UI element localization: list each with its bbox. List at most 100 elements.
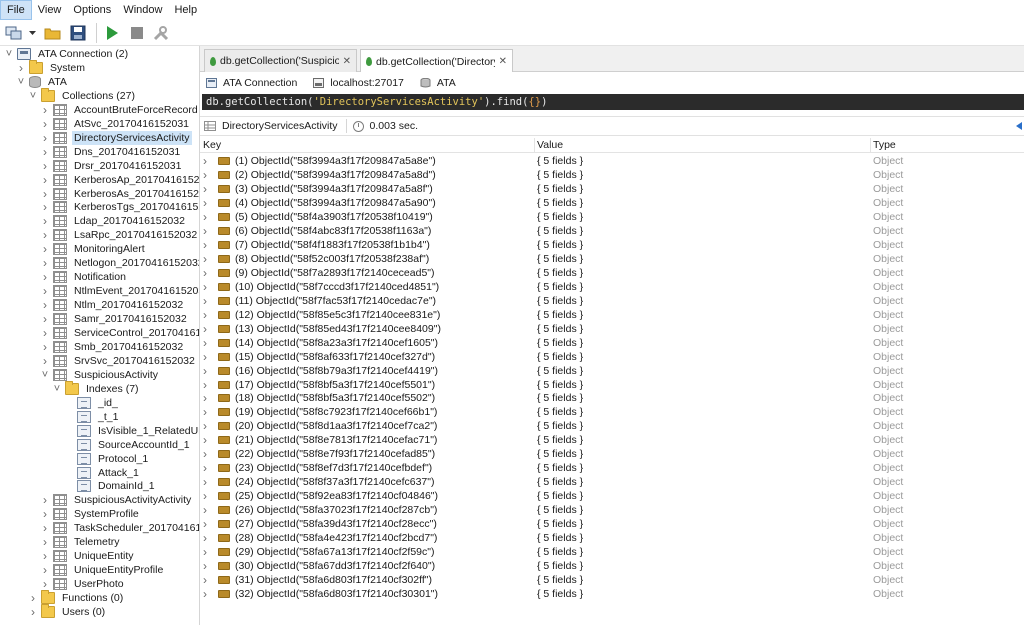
tree-node[interactable]: › Dns_20170416152031 — [40, 145, 182, 159]
tree-node[interactable]: › SystemProfile — [40, 507, 141, 521]
chevron-right-icon[interactable]: › — [203, 461, 211, 475]
chevron-right-icon[interactable]: › — [40, 228, 50, 242]
tree-node[interactable]: › NtlmEvent_20170416152032 — [40, 284, 199, 298]
tree-node[interactable]: › UniqueEntityProfile — [40, 563, 165, 577]
tree-node[interactable]: › AccountBruteForceRecord — [40, 103, 199, 117]
chevron-right-icon[interactable]: › — [40, 535, 50, 549]
chevron-right-icon[interactable]: › — [203, 266, 211, 280]
close-icon[interactable]: ✕ — [343, 56, 351, 67]
chevron-right-icon[interactable]: › — [40, 340, 50, 354]
tree-node[interactable]: › System — [16, 59, 87, 75]
tree-node[interactable]: › DirectoryServicesActivity — [40, 130, 192, 145]
nav-left-arrow-icon[interactable] — [1016, 122, 1022, 130]
table-row[interactable]: › (1) ObjectId("58f3994a3f17f209847a5a8e"… — [200, 154, 1024, 168]
tree-node[interactable]: › Users (0) — [28, 604, 107, 619]
chevron-down-icon[interactable]: ˅ — [28, 89, 38, 103]
chevron-right-icon[interactable]: › — [203, 294, 211, 308]
table-row[interactable]: › (12) ObjectId("58f85e5c3f17f2140cee831e… — [200, 308, 1024, 322]
table-row[interactable]: › (27) ObjectId("58fa39d43f17f2140cf28ecc… — [200, 517, 1024, 531]
chevron-down-icon[interactable]: ˅ — [40, 368, 50, 382]
tree-node[interactable]: ˅ ATA Connection (2) — [4, 47, 130, 61]
table-row[interactable]: › (15) ObjectId("58f8af633f17f2140cef327d… — [200, 350, 1024, 364]
chevron-right-icon[interactable]: › — [40, 145, 50, 159]
table-row[interactable]: › (8) ObjectId("58f52c003f17f20538f238af"… — [200, 252, 1024, 266]
tree-node[interactable]: SourceAccountId_1 — [64, 438, 192, 452]
tree-node[interactable]: › Telemetry — [40, 535, 122, 549]
table-row[interactable]: › (13) ObjectId("58f85ed43f17f2140cee8409… — [200, 322, 1024, 336]
chevron-right-icon[interactable]: › — [203, 364, 211, 378]
table-row[interactable]: › (10) ObjectId("58f7cccd3f17f2140ced4851… — [200, 280, 1024, 294]
tree-node[interactable]: › ServiceControl_20170416152032 — [40, 326, 199, 340]
chevron-right-icon[interactable]: › — [40, 298, 50, 312]
tree-node[interactable]: IsVisible_1_RelatedUniq... — [64, 424, 199, 438]
chevron-right-icon[interactable]: › — [203, 210, 211, 224]
menu-file[interactable]: File — [0, 0, 32, 20]
table-row[interactable]: › (19) ObjectId("58f8c7923f17f2140cef66b1… — [200, 405, 1024, 419]
chevron-right-icon[interactable]: › — [40, 200, 50, 214]
table-row[interactable]: › (21) ObjectId("58f8e7813f17f2140cefac71… — [200, 433, 1024, 447]
chevron-right-icon[interactable]: › — [40, 521, 50, 535]
tree-node[interactable]: › SuspiciousActivityActivity — [40, 493, 193, 507]
column-header-type[interactable]: Type — [870, 138, 896, 153]
tree-node[interactable]: ˅ Collections (27) — [28, 87, 137, 103]
chevron-right-icon[interactable]: › — [203, 531, 211, 545]
chevron-right-icon[interactable]: › — [203, 405, 211, 419]
table-row[interactable]: › (18) ObjectId("58f8bf5a3f17f2140cef5502… — [200, 391, 1024, 405]
chevron-right-icon[interactable]: › — [40, 577, 50, 591]
chevron-right-icon[interactable]: › — [203, 224, 211, 238]
table-row[interactable]: › (7) ObjectId("58f4f1883f17f20538f1b1b4"… — [200, 238, 1024, 252]
tree-node[interactable]: _t_1 — [64, 410, 120, 424]
connect-dropdown-icon[interactable] — [28, 22, 36, 44]
menu-help[interactable]: Help — [168, 0, 203, 20]
table-row[interactable]: › (32) ObjectId("58fa6d803f17f2140cf30301… — [200, 587, 1024, 601]
table-row[interactable]: › (5) ObjectId("58f4a3903f17f20538f10419"… — [200, 210, 1024, 224]
table-row[interactable]: › (20) ObjectId("58f8d1aa3f17f2140cef7ca2… — [200, 419, 1024, 433]
table-row[interactable]: › (16) ObjectId("58f8b79a3f17f2140cef4419… — [200, 364, 1024, 378]
tree-node[interactable]: › KerberosAs_20170416152031 — [40, 187, 199, 201]
chevron-right-icon[interactable]: › — [16, 61, 26, 75]
chevron-right-icon[interactable]: › — [40, 493, 50, 507]
connect-icon[interactable] — [3, 22, 25, 44]
table-row[interactable]: › (22) ObjectId("58f8e7f93f17f2140cefad85… — [200, 447, 1024, 461]
chevron-right-icon[interactable]: › — [203, 447, 211, 461]
stop-icon[interactable] — [126, 22, 148, 44]
tree-node[interactable]: › KerberosAp_20170416152032 — [40, 173, 199, 187]
tree-node[interactable]: ˅ Indexes (7) — [52, 380, 141, 396]
open-folder-icon[interactable] — [42, 22, 64, 44]
chevron-right-icon[interactable]: › — [203, 196, 211, 210]
chevron-right-icon[interactable]: › — [40, 270, 50, 284]
table-row[interactable]: › (17) ObjectId("58f8bf5a3f17f2140cef5501… — [200, 378, 1024, 392]
chevron-right-icon[interactable]: › — [203, 475, 211, 489]
menu-view[interactable]: View — [32, 0, 68, 20]
chevron-right-icon[interactable]: › — [203, 503, 211, 517]
chevron-right-icon[interactable]: › — [40, 159, 50, 173]
chevron-right-icon[interactable]: › — [203, 308, 211, 322]
tools-icon[interactable] — [151, 22, 173, 44]
chevron-right-icon[interactable]: › — [40, 117, 50, 131]
chevron-right-icon[interactable]: › — [40, 563, 50, 577]
chevron-down-icon[interactable]: ˅ — [52, 382, 62, 396]
chevron-right-icon[interactable]: › — [40, 312, 50, 326]
chevron-right-icon[interactable]: › — [203, 252, 211, 266]
table-row[interactable]: › (14) ObjectId("58f8a23a3f17f2140cef1605… — [200, 336, 1024, 350]
tree-node[interactable]: › Netlogon_20170416152032 — [40, 256, 199, 270]
tree-node[interactable]: DomainId_1 — [64, 479, 157, 493]
tree-node[interactable]: › Ldap_20170416152032 — [40, 214, 187, 228]
tree-node[interactable]: › TaskScheduler_20170416152032 — [40, 521, 199, 535]
chevron-right-icon[interactable]: › — [40, 173, 50, 187]
table-row[interactable]: › (6) ObjectId("58f4abc83f17f20538f1163a"… — [200, 224, 1024, 238]
chevron-right-icon[interactable]: › — [203, 419, 211, 433]
chevron-right-icon[interactable]: › — [40, 187, 50, 201]
chevron-right-icon[interactable]: › — [40, 326, 50, 340]
save-icon[interactable] — [67, 22, 89, 44]
chevron-right-icon[interactable]: › — [203, 391, 211, 405]
chevron-right-icon[interactable]: › — [40, 131, 50, 145]
table-row[interactable]: › (3) ObjectId("58f3994a3f17f209847a5a8f"… — [200, 182, 1024, 196]
table-row[interactable]: › (29) ObjectId("58fa67a13f17f2140cf2f59c… — [200, 545, 1024, 559]
chevron-right-icon[interactable]: › — [40, 549, 50, 563]
tree-node[interactable]: › UserPhoto — [40, 577, 126, 591]
tree-node[interactable]: › Smb_20170416152032 — [40, 340, 185, 354]
chevron-right-icon[interactable]: › — [203, 573, 211, 587]
table-row[interactable]: › (25) ObjectId("58f92ea83f17f2140cf04846… — [200, 489, 1024, 503]
chevron-right-icon[interactable]: › — [203, 489, 211, 503]
